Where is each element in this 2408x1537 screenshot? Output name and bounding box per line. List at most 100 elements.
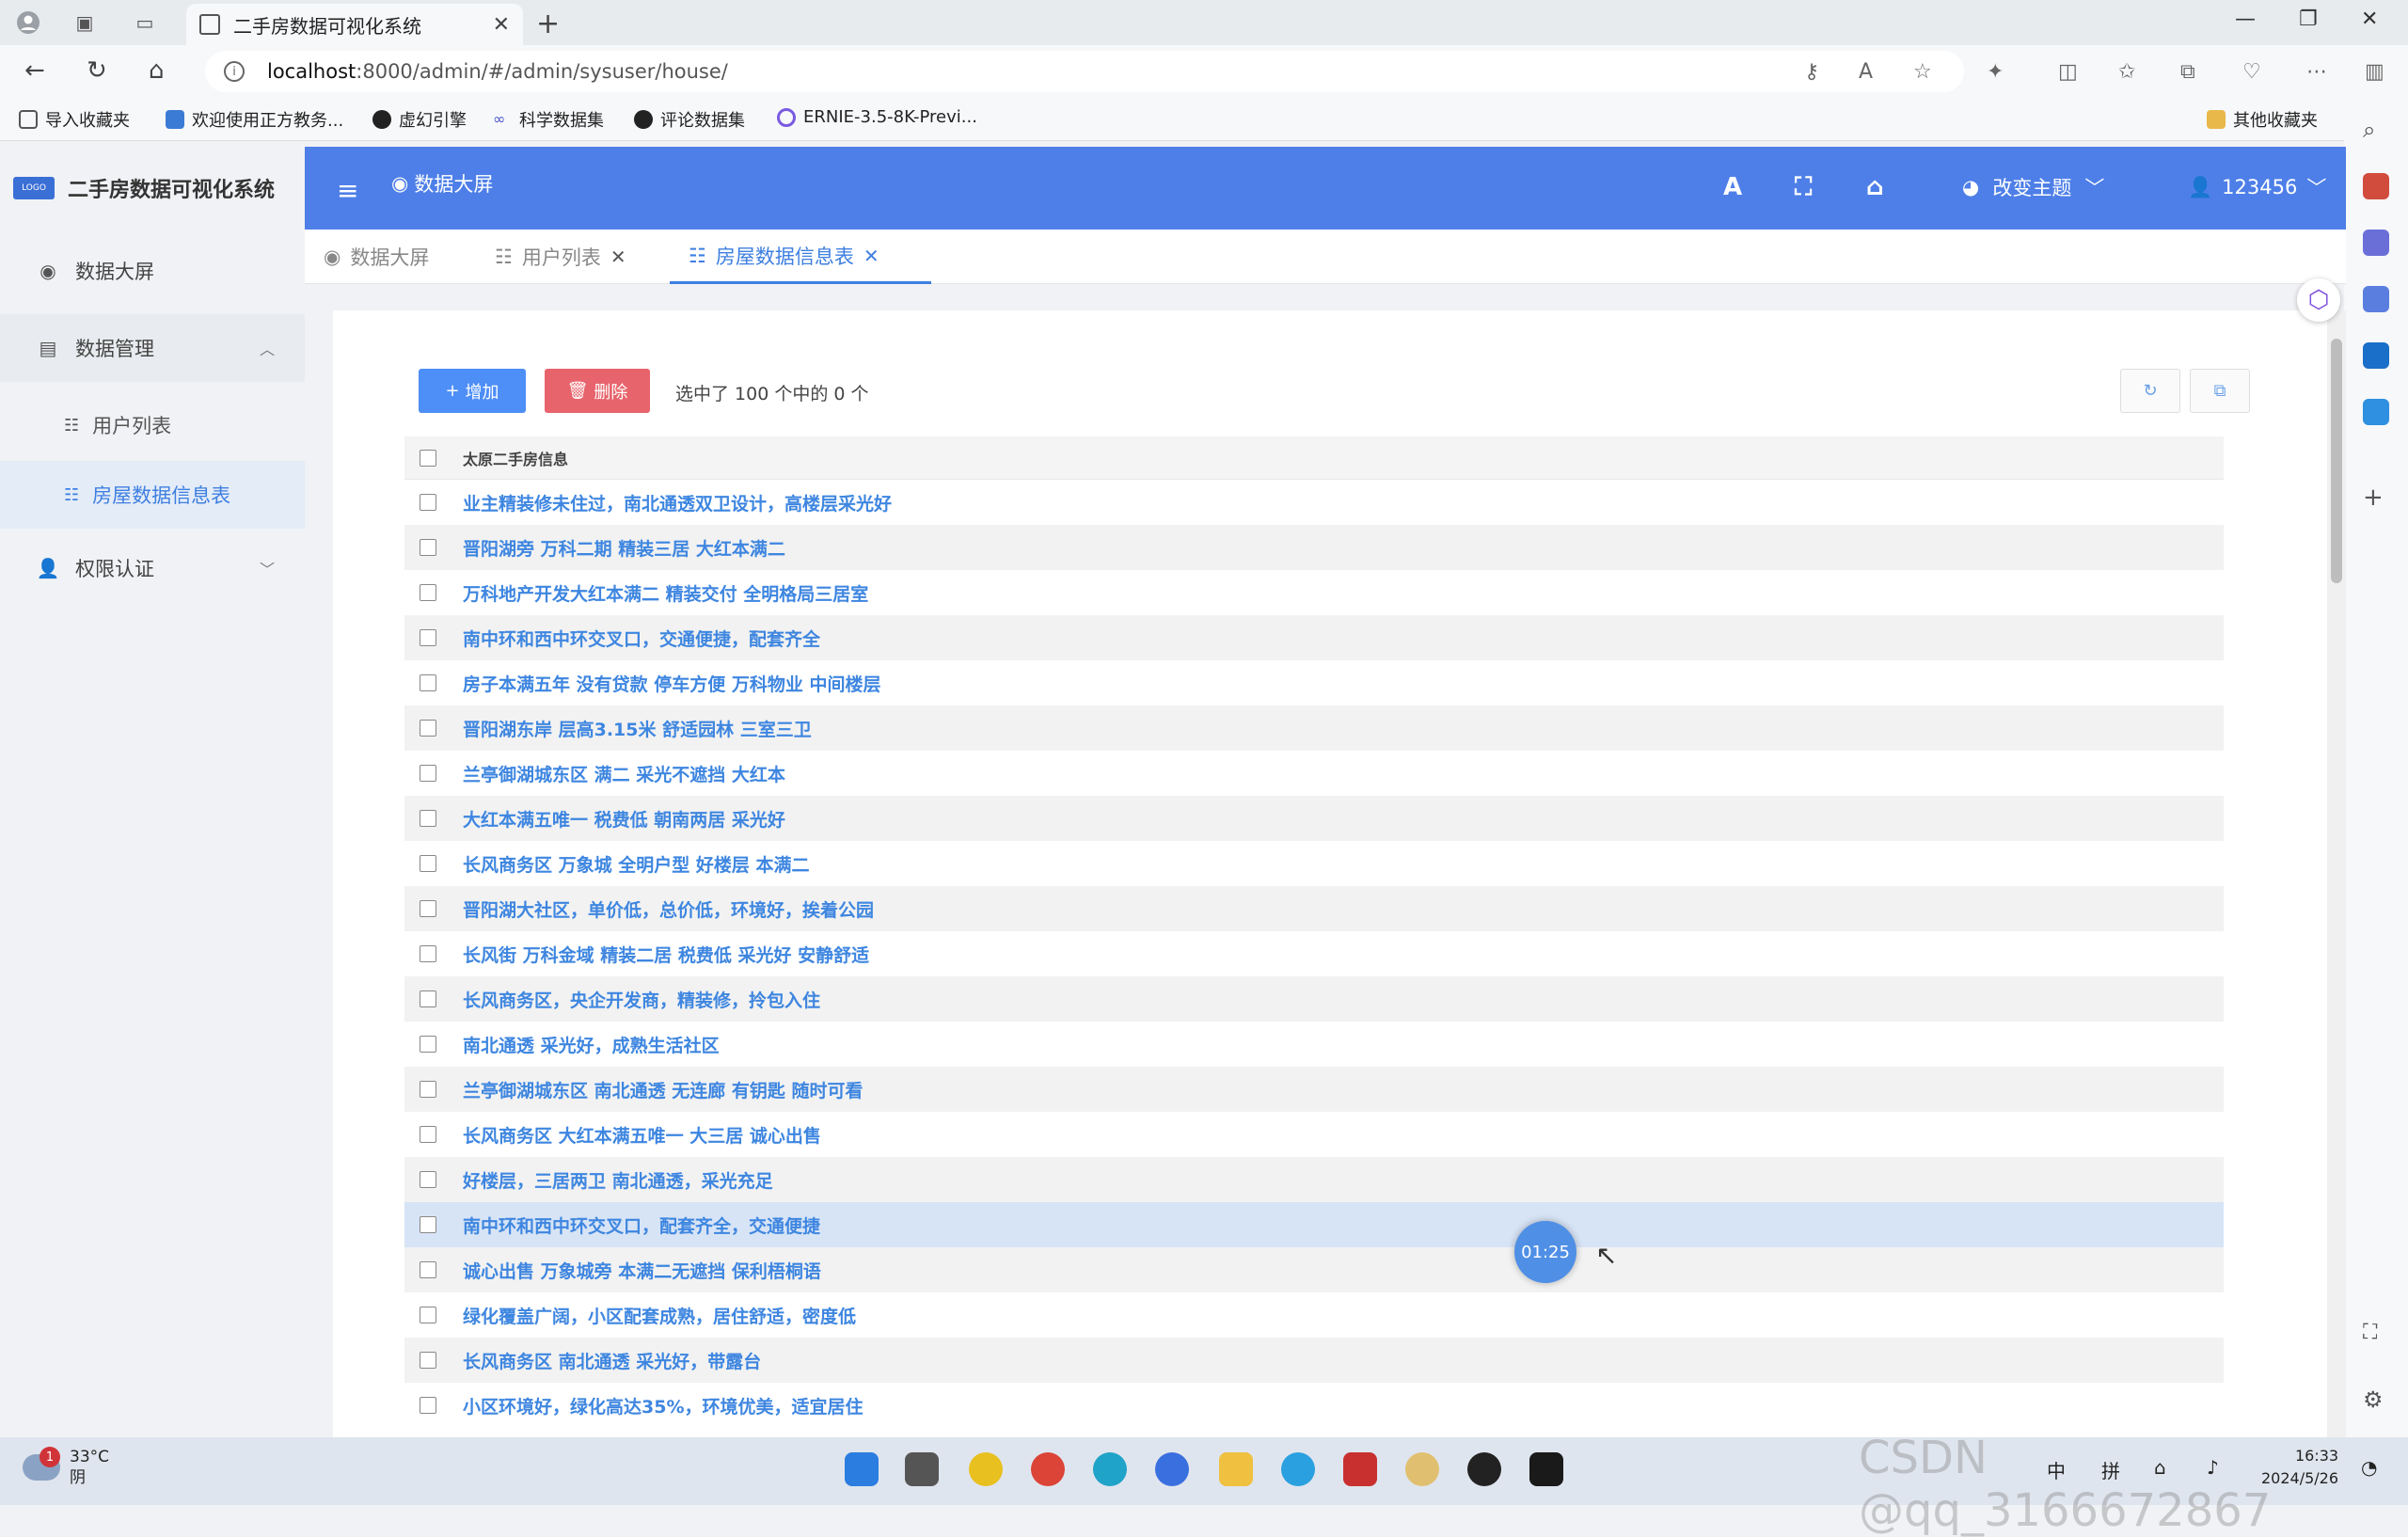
pycharm-icon[interactable] bbox=[1529, 1452, 1563, 1486]
table-row[interactable]: 长风商务区 南北通透 采光好，带露台 bbox=[404, 1338, 2224, 1383]
change-theme-dropdown[interactable]: ◕ 改变主题 ﹀ bbox=[1962, 173, 2104, 201]
split-screen-icon[interactable]: ◫ bbox=[2058, 60, 2078, 84]
font-size-icon[interactable]: A bbox=[1723, 173, 1742, 201]
sidebar-item-dashboard[interactable]: ◉ 数据大屏 bbox=[0, 237, 305, 305]
row-title-link[interactable]: 兰亭御湖城东区 南北通透 无连廊 有钥匙 随时可看 bbox=[463, 1077, 863, 1102]
close-tab-icon[interactable]: ✕ bbox=[610, 246, 626, 268]
row-title-link[interactable]: 兰亭御湖城东区 满二 采光不遮挡 大红本 bbox=[463, 761, 785, 786]
weather-widget[interactable]: 1 33°C 阴 bbox=[23, 1447, 109, 1488]
row-checkbox[interactable] bbox=[420, 1171, 436, 1188]
row-title-link[interactable]: 大红本满五唯一 税费低 朝南两居 采光好 bbox=[463, 806, 785, 832]
table-row[interactable]: 长风街 万科金域 精装二居 税费低 采光好 安静舒适 bbox=[404, 931, 2224, 976]
file-explorer-icon[interactable] bbox=[1219, 1452, 1253, 1486]
table-row[interactable]: 兰亭御湖城东区 满二 采光不遮挡 大红本 bbox=[404, 751, 2224, 796]
browser-essentials-icon[interactable]: ♡ bbox=[2242, 60, 2261, 84]
row-title-link[interactable]: 晋阳湖东岸 层高3.15米 舒适园林 三室三卫 bbox=[463, 716, 812, 741]
row-title-link[interactable]: 绿化覆盖广阔，小区配套成熟，居住舒适，密度低 bbox=[463, 1303, 856, 1328]
row-title-link[interactable]: 长风商务区 万象城 全明户型 好楼层 本满二 bbox=[463, 851, 809, 877]
app-yellow-icon[interactable] bbox=[1405, 1452, 1439, 1486]
row-title-link[interactable]: 小区环境好，绿化高达35%，环境优美，适宜居住 bbox=[463, 1393, 863, 1418]
row-checkbox[interactable] bbox=[420, 1352, 436, 1369]
row-checkbox[interactable] bbox=[420, 990, 436, 1007]
app-shield-icon[interactable] bbox=[969, 1452, 1003, 1486]
table-row[interactable]: 万科地产开发大红本满二 精装交付 全明格局三居室 bbox=[404, 570, 2224, 615]
page-scrollbar[interactable] bbox=[2327, 310, 2346, 1437]
sidebar-toggle-icon[interactable]: ▥ bbox=[2365, 60, 2384, 84]
row-checkbox[interactable] bbox=[420, 855, 436, 872]
bookmark-other[interactable]: 其他收藏夹 bbox=[2207, 107, 2318, 132]
row-title-link[interactable]: 晋阳湖大社区，单价低，总价低，环境好，挨着公园 bbox=[463, 896, 874, 922]
send-icon[interactable] bbox=[2363, 399, 2389, 425]
row-checkbox[interactable] bbox=[420, 1036, 436, 1053]
row-title-link[interactable]: 长风商务区 大红本满五唯一 大三居 诚心出售 bbox=[463, 1122, 821, 1148]
more-menu-icon[interactable]: ⋯ bbox=[2306, 60, 2327, 84]
favorites-icon[interactable]: ✩ bbox=[2118, 60, 2135, 84]
menu-toggle-icon[interactable]: ≡ bbox=[337, 175, 358, 206]
table-row[interactable]: 房子本满五年 没有贷款 停车方便 万科物业 中间楼层 bbox=[404, 660, 2224, 705]
read-aloud-icon[interactable]: A bbox=[1859, 60, 1873, 84]
row-checkbox[interactable] bbox=[420, 720, 436, 737]
add-button[interactable]: + 增加 bbox=[419, 369, 526, 413]
app-red-icon[interactable] bbox=[1343, 1452, 1377, 1486]
refresh-icon[interactable]: ↻ bbox=[87, 56, 107, 85]
profile-icon[interactable] bbox=[15, 9, 41, 36]
refresh-table-button[interactable]: ↻ bbox=[2120, 369, 2180, 413]
table-row[interactable]: 大红本满五唯一 税费低 朝南两居 采光好 bbox=[404, 796, 2224, 841]
fullscreen-icon[interactable]: ⛶ bbox=[1795, 173, 1812, 202]
tools-icon[interactable] bbox=[2363, 173, 2389, 199]
row-checkbox[interactable] bbox=[420, 629, 436, 646]
start-icon[interactable] bbox=[845, 1452, 879, 1486]
bookmark-import[interactable]: 导入收藏夹 bbox=[19, 107, 130, 132]
row-title-link[interactable]: 诚心出售 万象城旁 本满二无遮挡 保利梧桐语 bbox=[463, 1258, 821, 1283]
close-tab-icon[interactable]: ✕ bbox=[863, 245, 879, 267]
tab-house-data[interactable]: ☷ 房屋数据信息表 ✕ bbox=[670, 230, 931, 284]
back-icon[interactable]: ← bbox=[24, 56, 45, 85]
browser-tab-active[interactable]: 二手房数据可视化系统 ✕ bbox=[186, 4, 523, 45]
bookmark-unreal[interactable]: 虚幻引擎 bbox=[372, 107, 467, 132]
table-row[interactable]: 晋阳湖旁 万科二期 精装三居 大红本满二 bbox=[404, 525, 2224, 570]
collections-icon[interactable]: ⧉ bbox=[2180, 60, 2195, 84]
row-checkbox[interactable] bbox=[420, 584, 436, 601]
row-title-link[interactable]: 长风商务区 南北通透 采光好，带露台 bbox=[463, 1348, 761, 1373]
sidebar-item-user-list[interactable]: ☷ 用户列表 bbox=[0, 391, 305, 459]
row-checkbox[interactable] bbox=[420, 1216, 436, 1233]
bookmark-ernie[interactable]: ERNIE-3.5-8K-Previ... bbox=[777, 107, 977, 127]
table-row[interactable]: 南北通透 采光好，成熟生活社区 bbox=[404, 1022, 2224, 1067]
table-row[interactable]: 南中环和西中环交叉口，配套齐全，交通便捷 bbox=[404, 1202, 2224, 1247]
table-row[interactable]: 长风商务区 大红本满五唯一 大三居 诚心出售 bbox=[404, 1112, 2224, 1157]
close-window-icon[interactable]: ✕ bbox=[2361, 8, 2378, 31]
row-checkbox[interactable] bbox=[420, 1081, 436, 1098]
sidebar-settings-icon[interactable]: ⚙ bbox=[2363, 1386, 2389, 1413]
export-button[interactable]: ⧉ bbox=[2190, 369, 2250, 413]
table-row[interactable]: 小区环境好，绿化高达35%，环境优美，适宜居住 bbox=[404, 1383, 2224, 1428]
row-checkbox[interactable] bbox=[420, 810, 436, 827]
home-icon[interactable]: ⌂ bbox=[149, 56, 165, 85]
row-title-link[interactable]: 南北通透 采光好，成熟生活社区 bbox=[463, 1032, 720, 1057]
app-circle-icon[interactable] bbox=[1155, 1452, 1189, 1486]
recording-timer[interactable]: 01:25 bbox=[1514, 1221, 1576, 1283]
table-row[interactable]: 晋阳湖东岸 层高3.15米 舒适园林 三室三卫 bbox=[404, 705, 2224, 751]
table-row[interactable]: 好楼层，三居两卫 南北通透，采光充足 bbox=[404, 1157, 2224, 1202]
app-search-icon[interactable] bbox=[1281, 1452, 1315, 1486]
row-checkbox[interactable] bbox=[420, 674, 436, 691]
site-info-icon[interactable]: i bbox=[224, 61, 245, 82]
sidebar-item-house-data[interactable]: ☷ 房屋数据信息表 bbox=[0, 461, 305, 529]
row-title-link[interactable]: 长风商务区，央企开发商，精装修，拎包入住 bbox=[463, 987, 820, 1012]
search-icon[interactable]: ⌕ bbox=[2363, 117, 2389, 143]
sidebar-item-auth[interactable]: 👤 权限认证 ﹀ bbox=[0, 534, 305, 602]
edge-icon[interactable] bbox=[1093, 1452, 1127, 1486]
user-dropdown[interactable]: 👤 123456 ﹀ bbox=[2188, 173, 2326, 201]
scrollbar-thumb[interactable] bbox=[2331, 339, 2342, 583]
key-icon[interactable]: ⚷ bbox=[1804, 60, 1819, 84]
row-checkbox[interactable] bbox=[420, 1126, 436, 1143]
url-bar[interactable]: i localhost:8000/admin/#/admin/sysuser/h… bbox=[205, 51, 1964, 92]
row-title-link[interactable]: 南中环和西中环交叉口，交通便捷，配套齐全 bbox=[463, 626, 820, 651]
row-checkbox[interactable] bbox=[420, 765, 436, 782]
row-checkbox[interactable] bbox=[420, 1397, 436, 1414]
home-icon[interactable]: ⌂ bbox=[1866, 173, 1884, 201]
restore-icon[interactable]: ❐ bbox=[2299, 8, 2318, 31]
row-title-link[interactable]: 晋阳湖旁 万科二期 精装三居 大红本满二 bbox=[463, 535, 785, 561]
games-icon[interactable] bbox=[2363, 230, 2389, 256]
row-checkbox[interactable] bbox=[420, 1261, 436, 1278]
bookmark-edu[interactable]: 欢迎使用正方教务... bbox=[166, 107, 343, 132]
